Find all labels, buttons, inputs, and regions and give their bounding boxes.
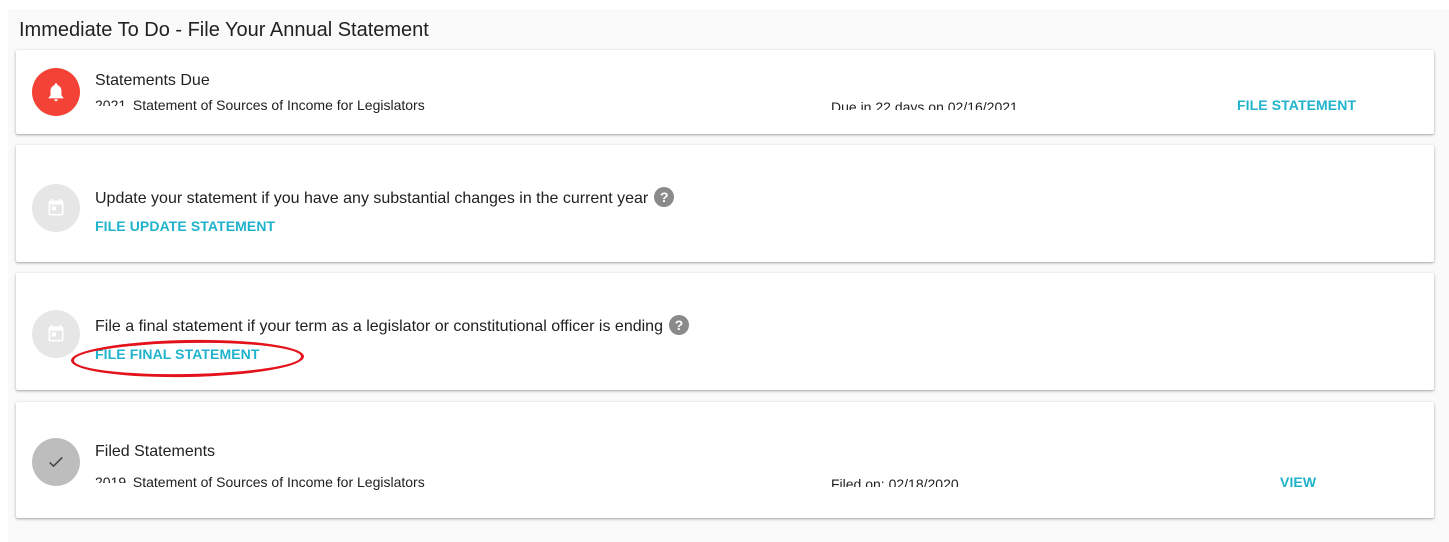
final-statement-card: File a final statement if your term as a… [16, 273, 1434, 390]
filed-statements-card: Filed Statements 2019 Statement of Sourc… [16, 402, 1434, 518]
calendar-icon [32, 184, 80, 232]
statement-year: 2021 [95, 97, 127, 106]
statement-year: 2019 [95, 474, 127, 483]
filed-statement-description: 2019 Statement of Sources of Income for … [95, 473, 425, 491]
statement-name: Statement of Sources of Income for Legis… [132, 97, 425, 113]
update-statement-title: Update your statement if you have any su… [95, 187, 675, 209]
file-statement-button[interactable]: FILE STATEMENT [1237, 96, 1356, 114]
statements-due-title: Statements Due [95, 72, 210, 89]
update-statement-card: Update your statement if you have any su… [16, 145, 1434, 262]
calendar-icon [32, 310, 80, 358]
statement-due-description: 2021 Statement of Sources of Income for … [95, 96, 425, 114]
due-date-text: Due in 22 days on 02/16/2021 [831, 99, 1018, 110]
help-icon[interactable]: ? [668, 315, 689, 335]
filed-date-text: Filed on: 02/18/2020 [831, 476, 959, 487]
view-button[interactable]: VIEW [1280, 473, 1316, 491]
section-title: Immediate To Do - File Your Annual State… [19, 19, 429, 41]
file-update-statement-button[interactable]: FILE UPDATE STATEMENT [95, 217, 275, 235]
statement-name: Statement of Sources of Income for Legis… [132, 474, 425, 490]
check-icon [32, 438, 80, 486]
help-icon[interactable]: ? [654, 187, 675, 207]
file-final-statement-button[interactable]: FILE FINAL STATEMENT [95, 345, 260, 363]
bell-icon [32, 68, 80, 116]
update-statement-text: Update your statement if you have any su… [95, 190, 649, 207]
final-statement-title: File a final statement if your term as a… [95, 315, 689, 337]
final-statement-text: File a final statement if your term as a… [95, 318, 663, 335]
statements-due-card: Statements Due 2021 Statement of Sources… [16, 50, 1434, 134]
filed-statements-title: Filed Statements [95, 443, 216, 460]
